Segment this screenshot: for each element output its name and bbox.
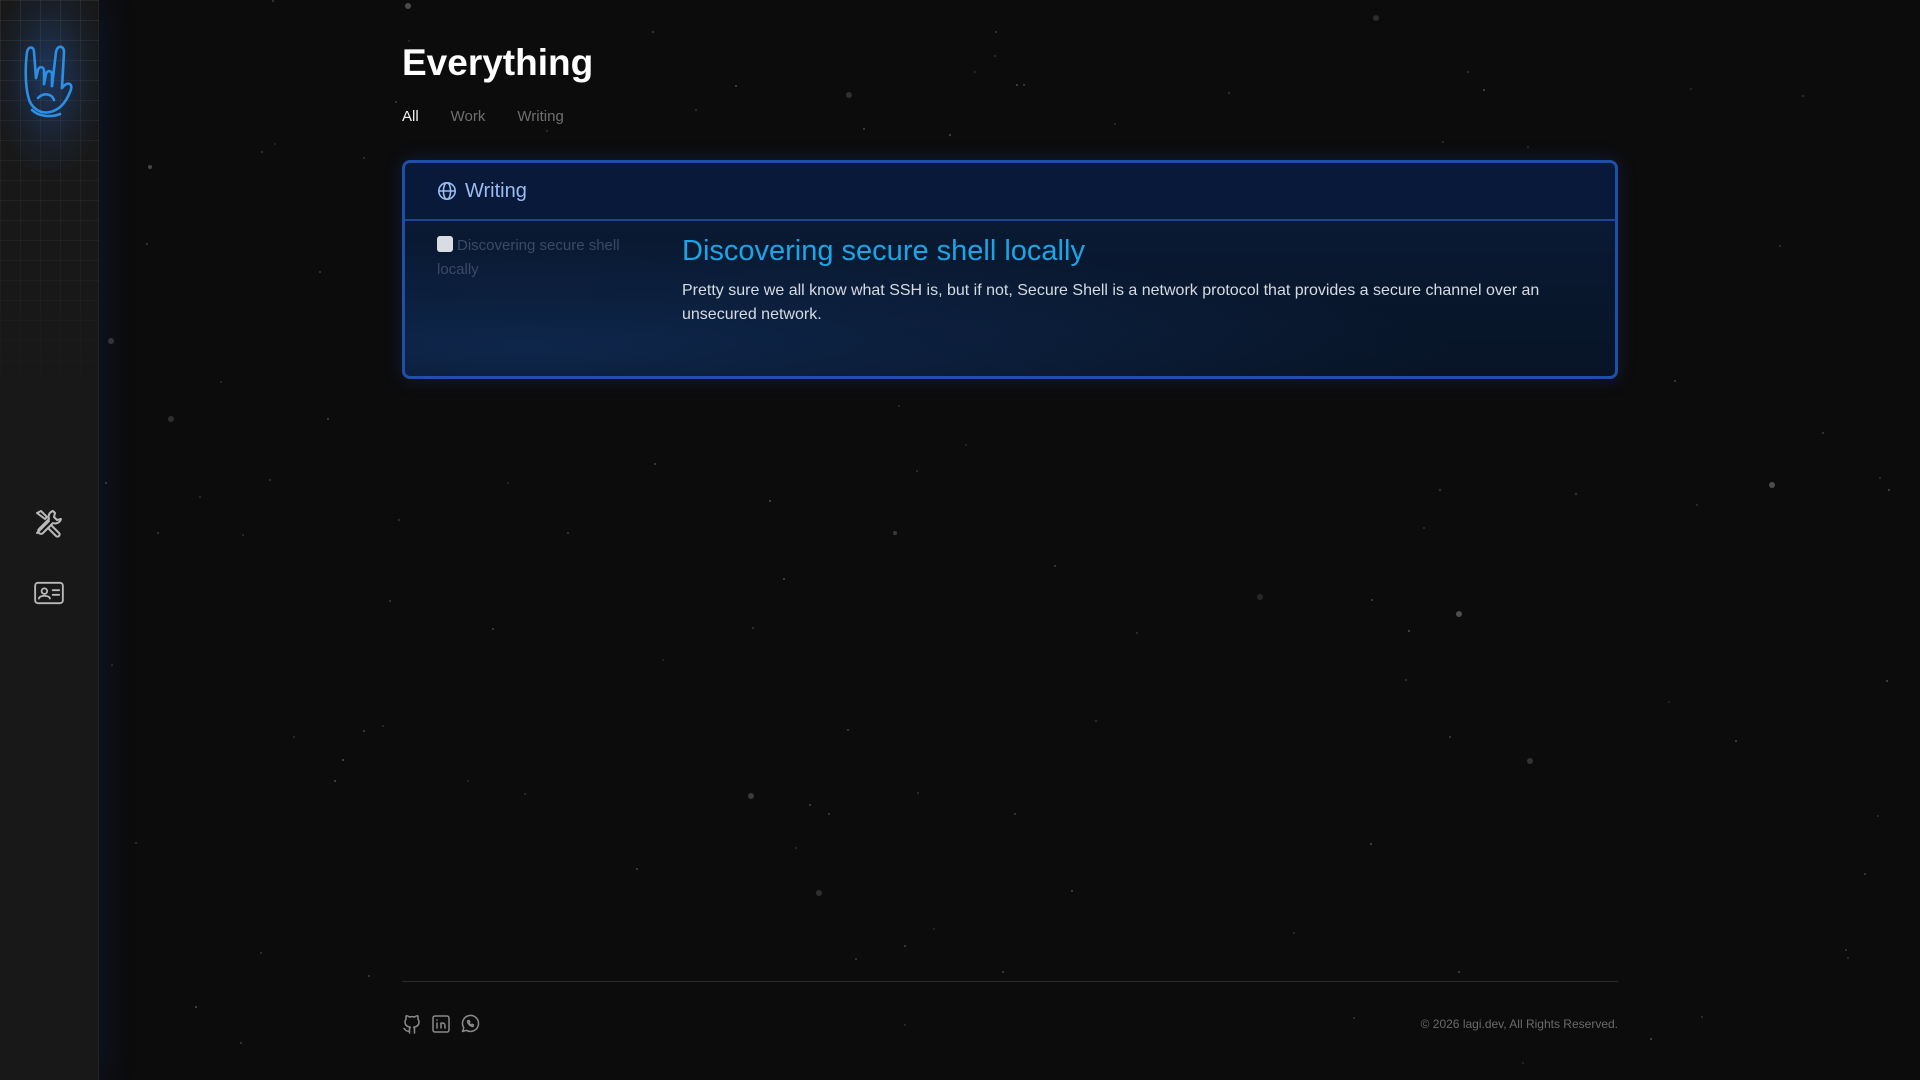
post-thumbnail[interactable]: Discovering secure shell locally: [437, 234, 637, 294]
star-dot: [1769, 482, 1775, 488]
copyright-text: © 2026 lagi.dev, All Rights Reserved.: [1420, 1017, 1618, 1031]
tab-work[interactable]: Work: [451, 108, 486, 125]
star-dot: [199, 496, 201, 498]
star-dot: [1847, 957, 1849, 959]
star-dot: [395, 101, 397, 103]
linkedin-icon[interactable]: [431, 1014, 451, 1034]
star-dot: [261, 151, 263, 153]
star-dot: [242, 534, 244, 536]
star-dot: [1668, 701, 1670, 703]
star-dot: [1864, 873, 1866, 875]
main-content: Everything All Work Writing Writing Disc…: [402, 0, 1618, 1080]
star-dot: [1845, 949, 1847, 951]
star-dot: [1888, 489, 1890, 491]
post-excerpt: Pretty sure we all know what SSH is, but…: [682, 282, 1540, 323]
footer-divider: [402, 981, 1618, 982]
star-dot: [272, 0, 274, 2]
star-dot: [1690, 88, 1692, 90]
tab-all[interactable]: All: [402, 108, 419, 125]
star-dot: [240, 1042, 242, 1044]
star-dot: [1802, 95, 1804, 97]
star-dot: [1735, 740, 1737, 742]
star-dot: [363, 730, 365, 732]
star-dot: [260, 952, 262, 954]
star-dot: [146, 243, 148, 245]
star-dot: [1696, 504, 1698, 506]
star-dot: [342, 759, 344, 761]
star-dot: [1779, 245, 1781, 247]
post-title-link[interactable]: Discovering secure shell locally: [682, 235, 1085, 268]
globe-icon: [437, 181, 457, 201]
star-dot: [319, 271, 321, 273]
star-dot: [1701, 1016, 1703, 1018]
writing-card: Writing Discovering secure shell locally…: [402, 160, 1618, 379]
whatsapp-icon[interactable]: [460, 1014, 480, 1034]
star-dot: [108, 338, 114, 344]
page-title: Everything: [402, 42, 594, 83]
star-dot: [334, 780, 336, 782]
rock-hand-icon[interactable]: [20, 40, 78, 120]
post-item: Discovering secure shell locally Discove…: [405, 221, 1615, 376]
star-dot: [382, 725, 384, 727]
star-dot: [148, 165, 152, 169]
star-dot: [293, 736, 295, 738]
tools-icon[interactable]: [30, 504, 68, 542]
star-dot: [1674, 380, 1676, 382]
star-dot: [274, 143, 276, 145]
tab-writing[interactable]: Writing: [517, 108, 563, 125]
star-dot: [111, 664, 113, 666]
star-dot: [327, 418, 329, 420]
star-dot: [398, 519, 400, 521]
star-dot: [1822, 432, 1824, 434]
filter-tabs: All Work Writing: [402, 108, 564, 125]
broken-image-icon: [437, 236, 453, 252]
star-dot: [389, 600, 391, 602]
star-dot: [157, 532, 159, 534]
sidebar: [0, 0, 99, 1080]
star-dot: [1879, 477, 1881, 479]
github-icon[interactable]: [402, 1014, 422, 1034]
star-dot: [135, 842, 137, 844]
card-header: Writing: [405, 163, 1615, 221]
star-dot: [105, 482, 107, 484]
star-dot: [1877, 815, 1879, 817]
contact-card-icon[interactable]: [30, 574, 68, 612]
star-dot: [1650, 1038, 1652, 1040]
thumbnail-alt-text: Discovering secure shell locally: [437, 237, 620, 278]
star-dot: [168, 416, 174, 422]
star-dot: [195, 1006, 197, 1008]
star-dot: [220, 381, 222, 383]
star-dot: [269, 479, 271, 481]
star-dot: [1886, 680, 1888, 682]
star-dot: [368, 975, 370, 977]
card-category-label: Writing: [465, 179, 527, 202]
social-links: [402, 1014, 480, 1034]
star-dot: [363, 157, 365, 159]
